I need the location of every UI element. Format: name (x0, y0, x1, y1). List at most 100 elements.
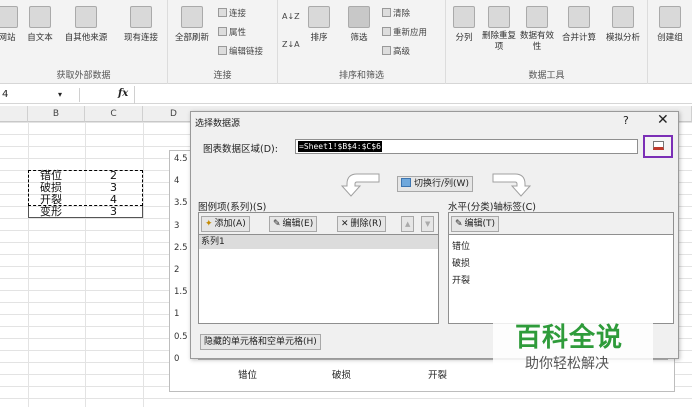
axis-labels-label: 水平(分类)轴标签(C) (448, 202, 536, 213)
data-range[interactable]: 错位 2 破损 3 开裂 4 变形 3 (28, 170, 143, 218)
consolidate-icon (568, 6, 590, 28)
edit-series-button[interactable]: ✎ 编辑(E) (269, 216, 318, 232)
funnel-icon (348, 6, 370, 28)
dialog-title: 选择数据源 (195, 119, 241, 129)
grid-line (28, 122, 29, 407)
sort-icon (308, 6, 330, 28)
refresh-icon (181, 6, 203, 28)
connection-icon (218, 8, 227, 17)
range-label: 图表数据区域(D): (203, 144, 278, 155)
y-tick-label: 1.5 (174, 287, 188, 298)
add-series-button[interactable]: ✦ 添加(A) (201, 216, 250, 232)
connections-icon (130, 6, 152, 28)
hidden-empty-cells-button[interactable]: 隐藏的单元格和空单元格(H) (200, 334, 321, 350)
ribbon-group-title: 获取外部数据 (56, 71, 111, 81)
list-item[interactable]: 错位 (452, 239, 470, 252)
range-input[interactable]: =Sheet1!$B$4:$C$6 (295, 139, 638, 154)
name-box[interactable]: 4 ▾ (0, 88, 80, 102)
text-file-icon (29, 6, 51, 28)
advanced-filter-button[interactable]: 高级 (382, 45, 410, 57)
delete-icon: ✕ (341, 219, 349, 229)
reapply-icon (382, 27, 391, 36)
edit-axis-labels-button[interactable]: ✎ 编辑(T) (451, 216, 500, 232)
y-tick-label: 2.5 (174, 242, 188, 253)
reapply-button[interactable]: 重新应用 (382, 26, 427, 38)
close-button[interactable]: ✕ (657, 112, 669, 128)
x-tick-label: 错位 (238, 370, 258, 381)
properties-button[interactable]: 属性 (218, 26, 246, 38)
from-other-sources-button[interactable]: 自其他来源 (60, 6, 112, 43)
y-tick-label: 4.5 (174, 154, 188, 164)
group-icon (659, 6, 681, 28)
edit-icon: ✎ (455, 219, 463, 229)
switch-icon (401, 178, 411, 187)
what-if-icon (612, 6, 634, 28)
group-button[interactable]: 创建组 (650, 6, 690, 43)
y-tick-label: 4 (174, 176, 180, 187)
y-tick-label: 1 (174, 309, 180, 320)
category-list[interactable]: 错位 破损 开裂 (448, 234, 674, 324)
list-item[interactable]: 系列1 (199, 235, 438, 249)
ribbon-group-sort-filter: A↓Z Z↓A 排序 筛选 清除 重新应用 高级 排序和筛选 (278, 0, 446, 84)
watermark-subtitle: 助你轻松解决 (525, 356, 609, 372)
clear-filter-button[interactable]: 清除 (382, 7, 410, 19)
y-tick-label: 2 (174, 265, 180, 275)
consolidate-button[interactable]: 合并计算 (558, 6, 600, 43)
link-icon (218, 46, 227, 55)
connections-button[interactable]: 连接 (218, 7, 246, 19)
what-if-analysis-button[interactable]: 模拟分析 (600, 6, 646, 43)
move-up-button[interactable]: ▲ (401, 216, 415, 232)
formula-bar: 4 ▾ fx (0, 86, 692, 104)
collapse-dialog-button[interactable] (643, 135, 673, 158)
other-sources-icon (75, 6, 97, 28)
series-list[interactable]: 系列1 (198, 234, 439, 324)
sort-asc-button[interactable]: A↓Z (282, 12, 300, 21)
validation-icon (526, 6, 548, 28)
range-picker-icon (653, 141, 664, 150)
move-down-button[interactable]: ▼ (421, 216, 435, 232)
grid-line (143, 122, 144, 407)
y-tick-label: 3.5 (174, 198, 188, 209)
watermark: 百科全说 助你轻松解决 (493, 313, 653, 383)
delete-series-button[interactable]: ✕ 删除(R) (337, 216, 386, 232)
formula-input[interactable] (134, 86, 692, 104)
ribbon: 网站 自文本 自其他来源 现有连接 获取外部数据 全部刷新 连接 属性 编辑链接… (0, 0, 692, 84)
arrow-left-icon (340, 170, 381, 198)
sort-button[interactable]: 排序 (304, 6, 334, 43)
ribbon-group-title: 排序和筛选 (338, 71, 384, 81)
cell-b7[interactable]: 变形 (40, 206, 62, 218)
column-header-c[interactable]: C (85, 106, 143, 122)
cell-c7[interactable]: 3 (110, 206, 117, 218)
text-to-columns-button[interactable]: 分列 (450, 6, 478, 43)
edit-links-button[interactable]: 编辑链接 (218, 45, 263, 57)
refresh-all-button[interactable]: 全部刷新 (170, 6, 214, 43)
properties-icon (218, 27, 227, 36)
data-validation-button[interactable]: 数据有效性 (520, 6, 554, 53)
existing-connections-button[interactable]: 现有连接 (118, 6, 164, 43)
column-header-a[interactable] (0, 106, 28, 122)
remove-duplicates-button[interactable]: 删除重复项 (482, 6, 516, 53)
help-button[interactable]: ? (623, 114, 629, 127)
chevron-down-icon[interactable]: ▾ (58, 88, 62, 102)
ribbon-group-external-data: 网站 自文本 自其他来源 现有连接 获取外部数据 (0, 0, 168, 84)
fx-icon[interactable]: fx (118, 88, 128, 99)
arrow-right-icon (491, 170, 532, 198)
list-item[interactable]: 破损 (452, 256, 470, 269)
sort-desc-button[interactable]: Z↓A (282, 40, 300, 49)
filter-button[interactable]: 筛选 (344, 6, 374, 43)
ribbon-group-title: 连接 (213, 71, 232, 81)
ribbon-group-outline: 创建组 (648, 0, 692, 84)
advanced-icon (382, 46, 391, 55)
column-header-b[interactable]: B (28, 106, 85, 122)
list-item[interactable]: 开裂 (452, 273, 470, 286)
columns-icon (453, 6, 475, 28)
from-web-button[interactable]: 网站 (0, 6, 22, 43)
ribbon-group-title: 数据工具 (528, 71, 565, 81)
x-tick-label: 开裂 (428, 370, 448, 381)
legend-entries-label: 图例项(系列)(S) (198, 202, 267, 213)
from-text-button[interactable]: 自文本 (24, 6, 56, 43)
y-tick-label: 0 (174, 353, 180, 364)
legend-toolbar: ✦ 添加(A) ✎ 编辑(E) ✕ 删除(R) ▲ ▼ (198, 212, 439, 234)
switch-row-column-button[interactable]: 切换行/列(W) (397, 176, 473, 192)
edit-icon: ✎ (273, 219, 281, 229)
